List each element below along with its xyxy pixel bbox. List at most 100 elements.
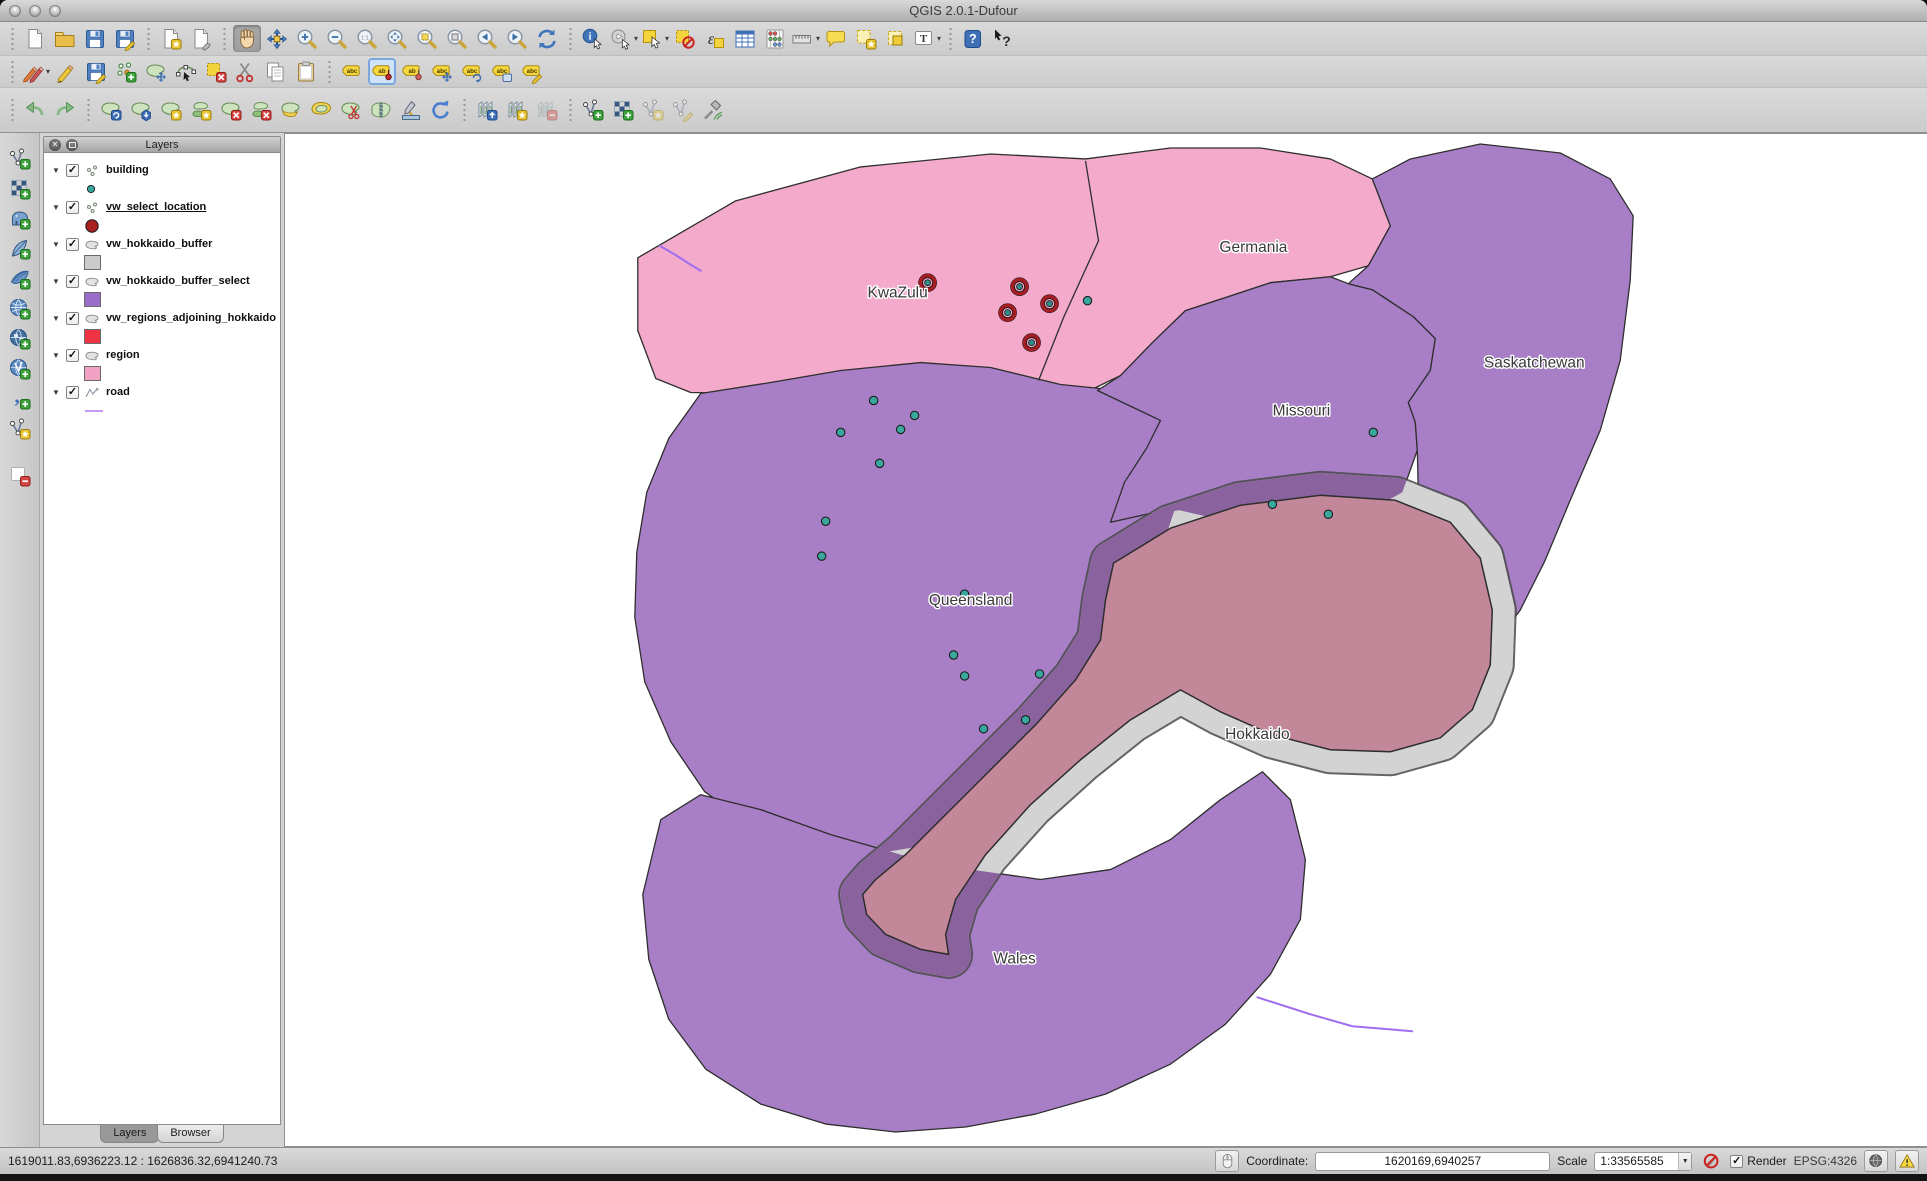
rotate-label-icon[interactable]: abc bbox=[458, 58, 486, 85]
pin-unpin-labels-icon[interactable]: ab bbox=[368, 58, 396, 85]
expander-icon[interactable]: ▼ bbox=[52, 277, 61, 286]
layer-item-vw_hokkaido_buffer_select[interactable]: ▼ ✓ vw_hokkaido_buffer_select bbox=[44, 271, 280, 291]
layer-item-vw_select_location[interactable]: ▼✓vw_select_location bbox=[44, 197, 280, 217]
add-delimited-text-layer-icon[interactable]: , bbox=[6, 385, 34, 412]
layer-checkbox[interactable]: ✓ bbox=[66, 238, 79, 251]
layer-item-region[interactable]: ▼ ✓ region bbox=[44, 345, 280, 365]
geometry-tools-icon[interactable] bbox=[699, 97, 727, 124]
render-checkbox[interactable]: ✓ Render bbox=[1730, 1154, 1786, 1168]
show-bookmarks-icon[interactable] bbox=[882, 25, 910, 52]
save-layer-edits-icon[interactable] bbox=[82, 58, 110, 85]
delete-selected-icon[interactable] bbox=[202, 58, 230, 85]
db-export-layer-icon[interactable] bbox=[503, 97, 531, 124]
layer-name[interactable]: road bbox=[106, 386, 130, 398]
copy-features-icon[interactable] bbox=[262, 58, 290, 85]
layer-checkbox[interactable]: ✓ bbox=[66, 349, 79, 362]
labeling-options-icon[interactable]: abc bbox=[338, 58, 366, 85]
deselect-features-icon[interactable] bbox=[671, 25, 699, 52]
mouse-position-icon[interactable] bbox=[1215, 1150, 1239, 1172]
undo-icon[interactable] bbox=[21, 97, 49, 124]
refresh-map-icon[interactable] bbox=[533, 25, 561, 52]
layer-checkbox[interactable]: ✓ bbox=[66, 201, 79, 214]
add-vector-layer-icon[interactable] bbox=[6, 145, 34, 172]
layer-checkbox[interactable]: ✓ bbox=[66, 386, 79, 399]
remove-layer-icon[interactable] bbox=[6, 462, 34, 489]
crs-status-icon[interactable] bbox=[1864, 1150, 1888, 1172]
stop-render-icon[interactable] bbox=[1699, 1150, 1723, 1172]
window-titlebar[interactable]: QGIS 2.0.1-Dufour bbox=[0, 0, 1927, 22]
add-part-icon[interactable] bbox=[187, 97, 215, 124]
layer-item-vw_regions_adjoining_hokkaido[interactable]: ▼ ✓ vw_regions_adjoining_hokkaido bbox=[44, 308, 280, 328]
zoom-to-selection-icon[interactable] bbox=[413, 25, 441, 52]
new-project-icon[interactable] bbox=[21, 25, 49, 52]
show-hide-labels-icon[interactable]: abc bbox=[488, 58, 516, 85]
statistical-summary-icon[interactable] bbox=[761, 25, 789, 52]
layer-name[interactable]: vw_regions_adjoining_hokkaido bbox=[106, 312, 276, 324]
db-import-layer-icon[interactable] bbox=[473, 97, 501, 124]
add-feature-icon[interactable] bbox=[112, 58, 140, 85]
layer-name[interactable]: vw_hokkaido_buffer bbox=[106, 238, 212, 250]
delete-part-icon[interactable] bbox=[247, 97, 275, 124]
save-project-as-icon[interactable] bbox=[111, 25, 139, 52]
add-raster-layer-icon[interactable] bbox=[6, 175, 34, 202]
layer-checkbox[interactable]: ✓ bbox=[66, 312, 79, 325]
expander-icon[interactable]: ▼ bbox=[52, 388, 61, 397]
current-edits-icon[interactable]: ▾ bbox=[21, 58, 50, 85]
merge-feature-attributes-icon[interactable] bbox=[397, 97, 425, 124]
db-remove-layer-icon[interactable] bbox=[533, 97, 561, 124]
vector-tool-edit-icon[interactable] bbox=[669, 97, 697, 124]
expander-icon[interactable]: ▼ bbox=[52, 314, 61, 323]
add-postgis-layer-icon[interactable] bbox=[6, 205, 34, 232]
layer-item-building[interactable]: ▼✓building bbox=[44, 160, 280, 180]
new-shapefile-layer-icon[interactable] bbox=[6, 415, 34, 442]
reshape-features-icon[interactable] bbox=[277, 97, 305, 124]
scale-dropdown-icon[interactable]: ▼ bbox=[1678, 1153, 1691, 1170]
tab-browser[interactable]: Browser bbox=[157, 1125, 223, 1143]
add-wfs-layer-icon[interactable] bbox=[6, 355, 34, 382]
select-by-expression-icon[interactable]: ε bbox=[701, 25, 729, 52]
cut-features-icon[interactable] bbox=[232, 58, 260, 85]
new-raster-layer-icon[interactable] bbox=[609, 97, 637, 124]
layer-checkbox[interactable]: ✓ bbox=[66, 275, 79, 288]
layer-item-road[interactable]: ▼ ✓ road bbox=[44, 382, 280, 402]
run-feature-action-icon[interactable]: ▾ bbox=[609, 25, 638, 52]
expander-icon[interactable]: ▼ bbox=[52, 351, 61, 360]
open-project-icon[interactable] bbox=[51, 25, 79, 52]
zoom-next-icon[interactable] bbox=[503, 25, 531, 52]
map-canvas[interactable]: KwaZuluGermaniaSaskatchewanMissouriQueen… bbox=[284, 133, 1927, 1147]
minimize-window-button[interactable] bbox=[29, 5, 41, 17]
scale-combo[interactable]: 1:33565585 ▼ bbox=[1594, 1152, 1692, 1171]
offset-curve-icon[interactable] bbox=[307, 97, 335, 124]
rotate-feature-icon[interactable] bbox=[97, 97, 125, 124]
select-features-icon[interactable]: ▾ bbox=[640, 25, 669, 52]
add-spatialite-layer-icon[interactable] bbox=[6, 235, 34, 262]
move-feature-icon[interactable] bbox=[142, 58, 170, 85]
zoom-full-icon[interactable] bbox=[383, 25, 411, 52]
dropdown-arrow-icon[interactable]: ▾ bbox=[634, 34, 638, 43]
dropdown-arrow-icon[interactable]: ▾ bbox=[665, 34, 669, 43]
dropdown-arrow-icon[interactable]: ▾ bbox=[816, 34, 820, 43]
open-attribute-table-icon[interactable] bbox=[731, 25, 759, 52]
delete-ring-icon[interactable] bbox=[217, 97, 245, 124]
zoom-window-button[interactable] bbox=[49, 5, 61, 17]
change-label-properties-icon[interactable]: abc bbox=[518, 58, 546, 85]
dropdown-arrow-icon[interactable]: ▾ bbox=[46, 67, 50, 76]
layer-name[interactable]: region bbox=[106, 349, 140, 361]
layer-name[interactable]: vw_hokkaido_buffer_select bbox=[106, 275, 250, 287]
zoom-out-icon[interactable] bbox=[323, 25, 351, 52]
toggle-editing-icon[interactable] bbox=[52, 58, 80, 85]
pan-to-selection-icon[interactable] bbox=[263, 25, 291, 52]
expander-icon[interactable]: ▼ bbox=[52, 240, 61, 249]
expander-icon[interactable]: ▼ bbox=[52, 166, 61, 175]
pan-map-icon[interactable] bbox=[233, 25, 261, 52]
save-project-icon[interactable] bbox=[81, 25, 109, 52]
text-annotation-icon[interactable]: T▾ bbox=[912, 25, 941, 52]
move-label-icon[interactable]: abc bbox=[428, 58, 456, 85]
composer-manager-icon[interactable] bbox=[187, 25, 215, 52]
expander-icon[interactable]: ▼ bbox=[52, 203, 61, 212]
map-svg[interactable]: KwaZuluGermaniaSaskatchewanMissouriQueen… bbox=[285, 134, 1927, 1146]
zoom-last-icon[interactable] bbox=[473, 25, 501, 52]
add-mssql-layer-icon[interactable] bbox=[6, 265, 34, 292]
zoom-to-layer-icon[interactable] bbox=[443, 25, 471, 52]
paste-features-icon[interactable] bbox=[292, 58, 320, 85]
